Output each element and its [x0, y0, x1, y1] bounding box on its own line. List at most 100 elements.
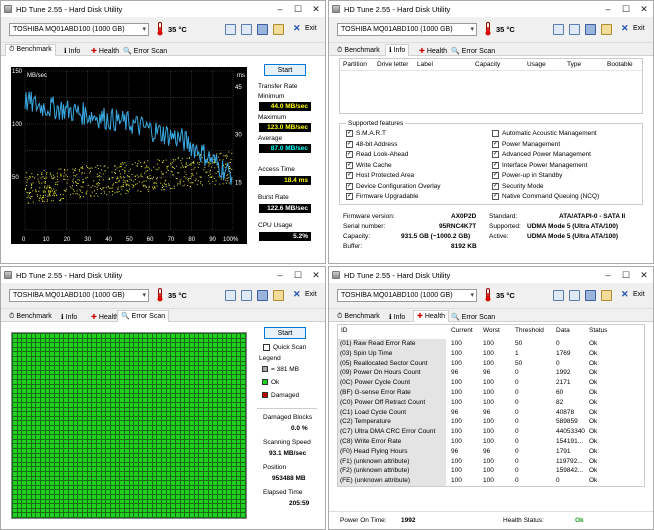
info-copy-icon[interactable] [225, 290, 236, 301]
feature-checkbox[interactable]: ✓ Power-up in Standby [492, 172, 562, 179]
table-row[interactable]: (C1) Load Cycle Count 96 96 0 40878 Ok [338, 407, 644, 418]
save-icon[interactable] [585, 24, 596, 35]
column-header[interactable]: Usage [527, 61, 546, 68]
info-copy-icon[interactable] [225, 24, 236, 35]
checkbox-icon[interactable]: ✓ [346, 140, 353, 148]
table-row[interactable]: (C0) Power Off Retract Count 100 100 0 82 Ok [338, 397, 644, 408]
column-header[interactable]: Label [417, 61, 433, 68]
column-header[interactable]: Bootable [607, 61, 633, 68]
table-row[interactable]: (C8) Write Error Rate 100 100 0 154191... Ok [338, 437, 644, 447]
screenshot-icon[interactable] [601, 24, 612, 35]
tab-health[interactable]: ✚ Health [87, 45, 123, 56]
exit-button[interactable]: Exit [305, 291, 317, 298]
checkbox-icon[interactable]: ✓ [346, 182, 353, 190]
column-header[interactable]: Type [567, 61, 581, 68]
feature-checkbox[interactable]: ✓ Device Configuration Overlay [346, 182, 441, 190]
exit-icon[interactable]: ✕ [293, 289, 301, 300]
tab-error-scan[interactable]: 🔍 Error Scan [119, 45, 171, 56]
close-button[interactable]: ✕ [635, 270, 653, 281]
feature-checkbox[interactable]: Automatic Acoustic Management [492, 130, 597, 137]
maximize-button[interactable]: ☐ [289, 270, 307, 281]
column-header[interactable]: Partition [343, 61, 367, 68]
maximize-button[interactable]: ☐ [617, 4, 635, 15]
feature-checkbox[interactable]: ✓ S.M.A.R.T [346, 130, 386, 137]
table-row[interactable]: (0C) Power Cycle Count 100 100 0 2171 Ok [338, 378, 644, 389]
column-header[interactable]: Data [556, 327, 570, 334]
column-header[interactable]: Threshold [515, 327, 544, 334]
save-icon[interactable] [257, 290, 268, 301]
copy-icon[interactable] [241, 290, 252, 301]
screenshot-icon[interactable] [273, 290, 284, 301]
info-copy-icon[interactable] [553, 290, 564, 301]
maximize-button[interactable]: ☐ [289, 4, 307, 15]
column-header[interactable]: Drive letter [377, 61, 408, 68]
column-header[interactable]: Capacity [475, 61, 500, 68]
quick-scan-checkbox[interactable] [263, 344, 270, 351]
feature-checkbox[interactable]: ✓ Read Look-Ahead [346, 151, 408, 158]
exit-icon[interactable]: ✕ [621, 289, 629, 300]
tab-benchmark[interactable]: ⏱ Benchmark [333, 311, 384, 322]
feature-checkbox[interactable]: ✓ Host Protected Area [346, 172, 414, 179]
drive-select[interactable]: TOSHIBA MQ01ABD100 (1000 GB) ▾ [9, 23, 149, 36]
checkbox-icon[interactable]: ✓ [492, 140, 499, 148]
column-header[interactable]: Current [451, 327, 473, 334]
screenshot-icon[interactable] [273, 24, 284, 35]
table-row[interactable]: (01) Raw Read Error Rate 100 100 50 0 Ok [338, 339, 644, 349]
checkbox-icon[interactable]: ✓ [492, 161, 499, 169]
exit-button[interactable]: Exit [633, 25, 645, 32]
drive-select[interactable]: TOSHIBA MQ01ABD100 (1000 GB) ▾ [337, 23, 477, 36]
feature-checkbox[interactable]: ✓ Write Cache [346, 161, 392, 169]
feature-checkbox[interactable]: ✓ 48-bit Address [346, 140, 398, 148]
start-button[interactable]: Start [264, 327, 306, 339]
column-header[interactable]: Status [589, 327, 607, 334]
minimize-button[interactable]: – [271, 4, 289, 14]
close-button[interactable]: ✕ [307, 4, 325, 15]
feature-checkbox[interactable]: ✓ Security Mode [492, 182, 544, 190]
feature-checkbox[interactable]: ✓ Interface Power Management [492, 161, 587, 169]
tab-benchmark[interactable]: ⏱ Benchmark [333, 45, 384, 56]
save-icon[interactable] [257, 24, 268, 35]
close-button[interactable]: ✕ [307, 270, 325, 281]
drive-select[interactable]: TOSHIBA MQ01ABD100 (1000 GB) ▾ [337, 289, 477, 302]
minimize-button[interactable]: – [271, 270, 289, 280]
minimize-button[interactable]: – [599, 270, 617, 280]
minimize-button[interactable]: – [599, 4, 617, 14]
table-row[interactable]: (BF) G-sense Error Rate 100 100 0 60 Ok [338, 388, 644, 398]
tab-info[interactable]: ℹ Info [60, 45, 84, 56]
exit-icon[interactable]: ✕ [621, 23, 629, 34]
checkbox-icon[interactable]: ✓ [346, 161, 353, 169]
copy-icon[interactable] [569, 290, 580, 301]
checkbox-icon[interactable]: ✓ [492, 182, 499, 190]
tab-info[interactable]: ℹ Info [385, 311, 409, 322]
feature-checkbox[interactable]: ✓ Advanced Power Management [492, 151, 591, 158]
checkbox-icon[interactable]: ✓ [346, 130, 353, 137]
exit-icon[interactable]: ✕ [293, 23, 301, 34]
copy-icon[interactable] [241, 24, 252, 35]
tab-health[interactable]: ✚ Health [415, 45, 451, 56]
start-button[interactable]: Start [264, 64, 306, 76]
exit-button[interactable]: Exit [633, 291, 645, 298]
copy-icon[interactable] [569, 24, 580, 35]
maximize-button[interactable]: ☐ [617, 270, 635, 281]
table-row[interactable]: (09) Power On Hours Count 96 96 0 1992 Ok [338, 368, 644, 379]
quick-scan-label[interactable]: Quick Scan [273, 344, 306, 351]
checkbox-icon[interactable]: ✓ [492, 151, 499, 158]
tab-error-scan[interactable]: 🔍 Error Scan [447, 45, 499, 56]
table-row[interactable]: (F1) (unknown attribute) 100 100 0 119792...… [338, 456, 644, 467]
table-row[interactable]: (C2) Temperature 100 100 0 589859 Ok [338, 417, 644, 428]
drive-select[interactable]: TOSHIBA MQ01ABD100 (1000 GB) ▾ [9, 289, 149, 302]
feature-checkbox[interactable]: ✓ Power Management [492, 140, 560, 148]
table-row[interactable]: (05) Reallocated Sector Count 100 100 50 0 Ok [338, 358, 644, 369]
table-row[interactable]: (FE) (unknown attribute) 100 100 0 0 Ok [338, 476, 644, 487]
checkbox-icon[interactable]: ✓ [346, 193, 353, 200]
checkbox-icon[interactable]: ✓ [346, 172, 353, 179]
column-header[interactable]: Worst [483, 327, 500, 334]
checkbox-icon[interactable]: ✓ [492, 193, 499, 200]
table-row[interactable]: (F0) Head Flying Hours 96 96 0 1791 Ok [338, 446, 644, 457]
tab-benchmark[interactable]: ⏱ Benchmark [5, 311, 56, 322]
checkbox-icon[interactable] [492, 130, 499, 137]
feature-checkbox[interactable]: ✓ Native Command Queuing (NCQ) [492, 193, 599, 200]
checkbox-icon[interactable]: ✓ [492, 172, 499, 179]
exit-button[interactable]: Exit [305, 25, 317, 32]
tab-error-scan[interactable]: 🔍 Error Scan [447, 311, 499, 322]
